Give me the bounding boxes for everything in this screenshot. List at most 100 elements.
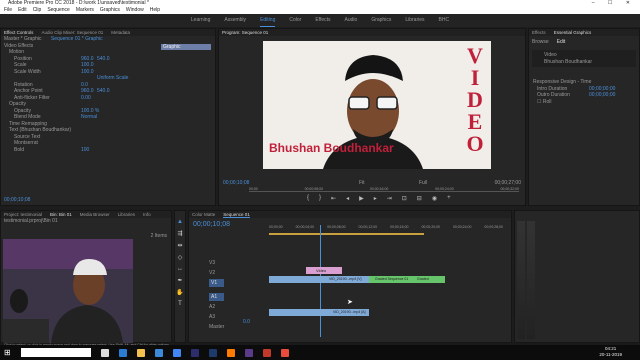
effect-timecode[interactable]: 00;00;10;08 — [4, 197, 30, 203]
tab-effects[interactable]: Effects — [532, 29, 546, 36]
step-forward-icon[interactable]: ▸ — [374, 195, 377, 202]
program-video-frame[interactable]: Bhushan Boudhankar VIDEO — [263, 41, 491, 169]
roll-checkbox[interactable]: ☐ Roll — [529, 99, 639, 106]
mark-in-icon[interactable]: { — [307, 195, 309, 202]
workspace-bhc[interactable]: BHC — [439, 14, 450, 27]
menu-clip[interactable]: Clip — [33, 7, 42, 14]
tab-audio-clip-mixer[interactable]: Audio Clip Mixer: Sequence 01 — [41, 29, 103, 36]
clip-a1-audio[interactable]: VID_20190...mp4 [A] — [269, 309, 369, 316]
button-editor-icon[interactable]: + — [447, 195, 451, 202]
eg-layer-text[interactable]: Bhushan Boudhankar — [534, 59, 634, 66]
selection-tool-icon[interactable]: ▲ — [177, 219, 183, 225]
clip-v1-graded-b[interactable]: Graded Sequence 01 — [413, 276, 445, 288]
audio-meters-panel — [514, 210, 640, 343]
track-master[interactable]: Master — [209, 323, 224, 331]
play-icon[interactable]: ▶ — [359, 195, 364, 202]
tab-media-browser[interactable]: Media Browser — [80, 211, 110, 218]
type-tool-icon[interactable]: T — [178, 301, 182, 307]
overlay-video-word[interactable]: VIDEO — [463, 45, 487, 155]
track-v1[interactable]: V1 — [209, 279, 225, 287]
pen-tool-icon[interactable]: ✒ — [177, 277, 182, 284]
menu-help[interactable]: Help — [150, 7, 160, 14]
after-effects-icon[interactable] — [244, 348, 253, 357]
windows-start-icon[interactable]: ⊞ — [4, 348, 11, 357]
menu-markers[interactable]: Markers — [76, 7, 94, 14]
tab-sequence-01[interactable]: Sequence 01 — [223, 211, 250, 218]
tab-libraries[interactable]: Libraries — [118, 211, 135, 218]
premiere-icon[interactable] — [190, 348, 199, 357]
chrome-icon[interactable] — [172, 348, 181, 357]
workspace-learning[interactable]: Learning — [191, 14, 210, 27]
tab-essential-graphics[interactable]: Essential Graphics — [554, 29, 592, 36]
eg-layer-list: Video Bhushan Boudhankar — [532, 50, 636, 67]
task-view-icon[interactable] — [100, 348, 109, 357]
work-area-bar[interactable] — [269, 233, 424, 235]
tab-color-matte[interactable]: Color Matte — [192, 211, 215, 218]
workspace-editing[interactable]: Editing — [260, 14, 276, 27]
step-back-icon[interactable]: ◂ — [346, 195, 349, 202]
track-select-tool-icon[interactable]: ⇶ — [177, 230, 182, 237]
hand-tool-icon[interactable]: ✋ — [176, 289, 183, 296]
track-a2[interactable]: A2 — [209, 303, 224, 311]
timeline-timecode[interactable]: 00;00;10;08 — [193, 221, 230, 228]
lift-icon[interactable]: ⊡ — [402, 195, 407, 202]
workspace-libraries[interactable]: Libraries — [405, 14, 424, 27]
go-to-in-icon[interactable]: ⇤ — [331, 195, 336, 202]
clip-video-graphic[interactable]: Video — [306, 267, 342, 274]
taskbar-search-box[interactable] — [20, 348, 91, 357]
track-v2[interactable]: V2 — [209, 269, 224, 277]
store-icon[interactable] — [154, 348, 163, 357]
track-v3[interactable]: V3 — [209, 259, 224, 267]
ripple-edit-tool-icon[interactable]: ⇹ — [177, 242, 182, 249]
tab-info[interactable]: Info — [143, 211, 151, 218]
menu-edit[interactable]: Edit — [18, 7, 27, 14]
tab-program[interactable]: Program: Sequence 01 — [222, 29, 268, 36]
tab-metadata[interactable]: Metadata — [111, 29, 130, 36]
zoom-select[interactable]: Fit — [359, 180, 365, 186]
effect-row[interactable]: Bold 100 — [1, 147, 215, 154]
menu-sequence[interactable]: Sequence — [47, 7, 70, 14]
clip-v1-graded-a[interactable]: Graded Sequence 01 — [369, 276, 413, 283]
export-frame-icon[interactable]: ◉ — [432, 195, 437, 202]
file-explorer-icon[interactable] — [136, 348, 145, 357]
master-volume[interactable]: 0.0 — [243, 319, 250, 325]
slip-tool-icon[interactable]: ↔ — [177, 266, 183, 272]
master-clip-label[interactable]: Master * Graphic — [4, 36, 42, 42]
sequence-clip-label[interactable]: Sequence 01 * Graphic — [51, 36, 103, 42]
razor-tool-icon[interactable]: ◇ — [178, 254, 183, 261]
timeline-ruler-tick: 00;00;12;00 — [358, 225, 378, 229]
menu-graphics[interactable]: Graphics — [100, 7, 120, 14]
effect-row-value[interactable]: 100 — [81, 147, 89, 154]
quality-select[interactable]: Full — [419, 180, 427, 186]
track-headers: V3 V2 V1 A1 A2 A3 Master — [209, 259, 225, 331]
eg-browse-tab[interactable]: Browse — [532, 39, 549, 45]
track-a1[interactable]: A1 — [209, 293, 225, 301]
media-encoder-icon[interactable] — [262, 348, 271, 357]
program-ruler[interactable]: 00;00 00;00;08;00 00;00;16;00 00;00;24;0… — [249, 187, 519, 192]
taskbar-clock[interactable]: 04:21 20-11-2019 — [599, 346, 622, 358]
clip-v1-main[interactable]: VID_20190...mp4 [V] — [269, 276, 369, 283]
mark-out-icon[interactable]: } — [319, 195, 321, 202]
eg-edit-tab[interactable]: Edit — [557, 39, 566, 45]
tab-project[interactable]: Project: testimonial — [4, 211, 42, 218]
track-a3[interactable]: A3 — [209, 313, 224, 321]
workspace-assembly[interactable]: Assembly — [224, 14, 246, 27]
tab-effect-controls[interactable]: Effect Controls — [4, 29, 33, 36]
window-controls[interactable]: – ☐ ✕ — [592, 0, 636, 7]
menu-file[interactable]: File — [4, 7, 12, 14]
app-icon[interactable] — [280, 348, 289, 357]
workspace-effects[interactable]: Effects — [315, 14, 330, 27]
tab-bin[interactable]: Bin: Bin 01 — [50, 211, 72, 218]
timeline-ruler[interactable]: 00;00;00 00;00;04;00 00;00;08;00 00;00;1… — [269, 225, 503, 231]
extract-icon[interactable]: ⊟ — [417, 195, 422, 202]
workspace-graphics[interactable]: Graphics — [371, 14, 391, 27]
workspace-audio[interactable]: Audio — [345, 14, 358, 27]
workspace-color[interactable]: Color — [289, 14, 301, 27]
menu-window[interactable]: Window — [126, 7, 144, 14]
edge-icon[interactable] — [118, 348, 127, 357]
photoshop-icon[interactable] — [208, 348, 217, 357]
program-timecode[interactable]: 00;00;10;08 — [223, 180, 249, 186]
lower-third-name[interactable]: Bhushan Boudhankar — [269, 141, 394, 155]
go-to-out-icon[interactable]: ⇥ — [387, 195, 392, 202]
illustrator-icon[interactable] — [226, 348, 235, 357]
